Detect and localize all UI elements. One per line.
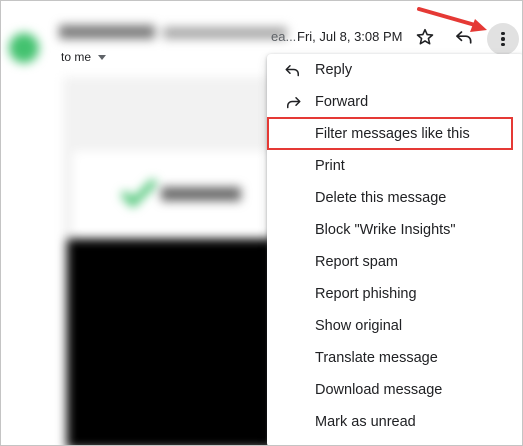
menu-item-label: Block "Wrike Insights" (315, 222, 456, 238)
sender-email-ellipsis: ea... (271, 29, 297, 44)
menu-item-show-original[interactable]: Show original (267, 311, 522, 343)
email-view: ea... Fri, Jul 8, 3:08 PM to me Reply Fo… (0, 0, 523, 446)
email-image-redacted (67, 239, 277, 445)
menu-item-translate[interactable]: Translate message (267, 343, 522, 375)
menu-item-label: Reply (315, 62, 353, 78)
menu-item-report-phishing[interactable]: Report phishing (267, 279, 522, 311)
annotation-arrow-icon (417, 7, 487, 32)
message-more-menu: Reply Forward Filter messages like this … (267, 54, 522, 445)
menu-item-delete[interactable]: Delete this message (267, 183, 522, 215)
sender-avatar (9, 33, 39, 63)
menu-item-reply[interactable]: Reply (267, 55, 522, 87)
menu-item-label: Translate message (315, 350, 438, 366)
menu-item-label: Print (315, 158, 345, 174)
caret-down-icon (98, 55, 107, 60)
wrike-logo-check-icon (121, 178, 157, 207)
menu-item-label: Report phishing (315, 286, 417, 302)
more-vert-icon (501, 31, 505, 47)
wrike-logo-text-redacted (161, 187, 241, 201)
message-date: Fri, Jul 8, 3:08 PM (297, 29, 403, 44)
menu-item-label: Delete this message (315, 190, 447, 206)
recipient-label: to me (61, 50, 92, 64)
forward-icon (287, 97, 301, 109)
menu-item-forward[interactable]: Forward (267, 87, 522, 119)
recipient-details-toggle[interactable]: to me (61, 50, 107, 64)
menu-item-mark-unread[interactable]: Mark as unread (267, 407, 522, 439)
menu-item-label: Show original (315, 318, 403, 334)
menu-item-label: Download message (315, 382, 443, 398)
menu-item-print[interactable]: Print (267, 151, 522, 183)
menu-item-label: Report spam (315, 254, 399, 270)
menu-item-report-spam[interactable]: Report spam (267, 247, 522, 279)
reply-icon (285, 65, 299, 77)
menu-item-download[interactable]: Download message (267, 375, 522, 407)
menu-item-label: Forward (315, 94, 369, 110)
highlight-box (267, 117, 513, 150)
menu-item-label: Mark as unread (315, 414, 416, 430)
sender-name-redacted (59, 25, 289, 43)
menu-item-block-sender[interactable]: Block "Wrike Insights" (267, 215, 522, 247)
